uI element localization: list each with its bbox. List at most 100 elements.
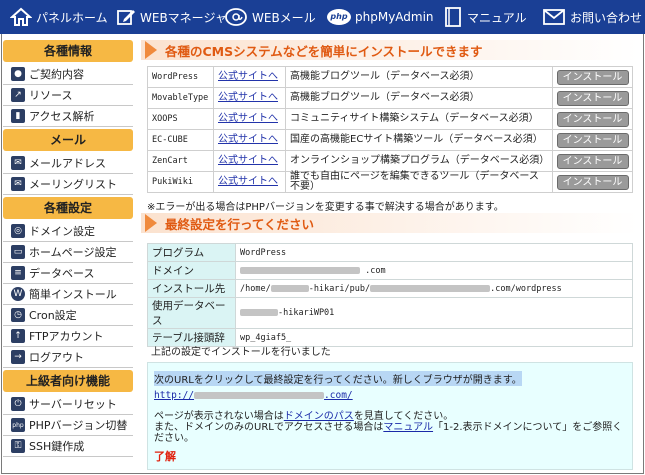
sidebar-item-domain[interactable]: ◎ ドメイン設定 — [3, 221, 133, 242]
nav-web-manager[interactable]: WEBマネージャ — [116, 0, 227, 34]
domain-label: ドメイン — [147, 261, 236, 280]
cms-section-header: 各種のCMSシステムなどを簡単にインストールできます — [141, 40, 638, 60]
ok-link[interactable]: 了解 — [154, 450, 176, 463]
redacted-block — [240, 266, 360, 274]
nav-contact[interactable]: お問い合わせ — [542, 0, 642, 34]
php-version-note: ※エラーが出る場合はPHPバージョンを変更する事で解決する場合があります。 — [147, 202, 504, 213]
php-icon: php — [11, 418, 25, 432]
nav-phpmyadmin-label: phpMyAdmin — [355, 10, 434, 24]
help-line-2: また、ドメインのみのURLでアクセスさせる場合はマニュアル「1-2.表示ドメイン… — [154, 422, 626, 444]
official-site-link[interactable]: 公式サイトへ — [213, 108, 286, 130]
final-section-header: 最終設定を行ってください — [141, 213, 638, 233]
path-prefix: /home/ — [240, 283, 271, 294]
manual-link[interactable]: マニュアル — [383, 422, 433, 433]
official-site-link[interactable]: 公式サイトへ — [213, 87, 286, 109]
install-cell: インストール — [552, 87, 633, 109]
table-row: MovableType 公式サイトへ 高機能ブログツール（データベース必須） インスト… — [147, 87, 633, 109]
sidebar-item-mail-address[interactable]: ✉ メールアドレス — [3, 153, 133, 174]
redacted-block — [240, 309, 278, 316]
cms-name: WordPress — [147, 66, 214, 88]
sidebar-head-info: 各種情報 — [3, 40, 133, 62]
database-icon: ≡ — [11, 266, 25, 280]
cms-name: ZenCart — [147, 150, 214, 172]
help-text: を見直してください。 — [353, 411, 454, 422]
nav-panel-home[interactable]: パネルホーム — [10, 0, 108, 34]
table-row: インストール先 /home/ -hikari/pub/ .com/wordpress — [147, 279, 633, 298]
table-row: プログラム WordPress — [147, 243, 633, 262]
redacted-block — [370, 284, 491, 292]
install-button[interactable]: インストール — [556, 132, 629, 148]
sidebar-item-access[interactable]: ▮ アクセス解析 — [3, 106, 133, 127]
sidebar-item-label: 簡単インストール — [29, 288, 117, 301]
chart-icon: ↗ — [11, 88, 25, 102]
sidebar-item-homepage[interactable]: ▭ ホームページ設定 — [3, 242, 133, 263]
home-icon — [10, 7, 32, 26]
envelope-icon — [543, 9, 565, 25]
install-cell: インストール — [552, 66, 633, 88]
domain-suffix: .com — [365, 265, 386, 276]
domain-path-link[interactable]: ドメインのパス — [284, 411, 354, 422]
sidebar-item-server-reset[interactable]: ⏻ サーバーリセット — [3, 394, 133, 415]
install-button[interactable]: インストール — [556, 153, 629, 169]
sidebar-item-ssh[interactable]: ⚿ SSH鍵作成 — [3, 436, 133, 457]
table-row: 使用データベース -hikariWP01 — [147, 297, 633, 329]
nav-panel-home-label: パネルホーム — [36, 10, 108, 25]
arrow-icon — [145, 214, 157, 232]
window-icon: ▭ — [11, 245, 25, 259]
bar-chart-icon: ▮ — [11, 109, 25, 123]
nav-web-mail[interactable]: WEBメール — [224, 0, 316, 34]
sidebar-item-cron[interactable]: ◷ Cron設定 — [3, 305, 133, 326]
mail-open-icon: ✉ — [11, 177, 25, 191]
nav-contact-label: お問い合わせ — [570, 10, 643, 25]
database-value: -hikariWP01 — [235, 297, 633, 329]
top-navigation: パネルホーム WEBマネージャ WEBメール php phpMyAdmin マニ… — [0, 0, 645, 34]
table-row: XOOPS 公式サイトへ コミュニティサイト構築システム（データベース必須） インスト… — [147, 108, 633, 130]
envelope-icon: ✉ — [11, 156, 25, 170]
power-icon: ⏻ — [11, 397, 25, 411]
official-site-link[interactable]: 公式サイトへ — [213, 129, 286, 151]
sidebar-item-label: サーバーリセット — [29, 398, 117, 411]
install-button[interactable]: インストール — [556, 111, 629, 127]
cms-description: コミュニティサイト構築システム（データベース必須） — [285, 108, 553, 130]
install-button[interactable]: インストール — [556, 90, 629, 106]
install-button[interactable]: インストール — [556, 69, 629, 85]
sidebar-item-easy-install[interactable]: W 簡単インストール — [3, 284, 133, 305]
path-mid: -hikari/pub/ — [308, 283, 371, 294]
cms-name: XOOPS — [147, 108, 214, 130]
sidebar-item-resources[interactable]: ↗ リソース — [3, 85, 133, 106]
nav-web-manager-label: WEBマネージャ — [140, 10, 227, 25]
nav-phpmyadmin[interactable]: php phpMyAdmin — [327, 0, 434, 34]
nav-manual-label: マニュアル — [467, 10, 527, 25]
url-suffix: .com/ — [324, 390, 353, 401]
sidebar-item-label: PHPバージョン切替 — [29, 419, 128, 432]
sidebar-item-label: ご契約内容 — [29, 68, 84, 81]
cms-table: WordPress 公式サイトへ 高機能ブログツール（データベース必須） インストール… — [147, 66, 633, 193]
sidebar-item-ftp[interactable]: ↑ FTPアカウント — [3, 326, 133, 347]
sidebar-item-contract[interactable]: ● ご契約内容 — [3, 64, 133, 85]
official-site-link[interactable]: 公式サイトへ — [213, 150, 286, 172]
sidebar-item-logout[interactable]: → ログアウト — [3, 347, 133, 368]
sidebar-item-php-version[interactable]: php PHPバージョン切替 — [3, 415, 133, 436]
sidebar-head-advanced: 上級者向け機能 — [3, 370, 133, 392]
cms-name: PukiWiki — [147, 171, 214, 193]
cms-description: 誰でも自由にページを編集できるツール（データベース不要） — [285, 171, 553, 193]
cms-description: 高機能ブログツール（データベース必須） — [285, 66, 553, 88]
cms-description: 高機能ブログツール（データベース必須） — [285, 87, 553, 109]
nav-manual[interactable]: マニュアル — [443, 0, 527, 34]
database-label: 使用データベース — [147, 297, 236, 329]
official-site-link[interactable]: 公式サイトへ — [213, 66, 286, 88]
user-icon: ● — [11, 67, 25, 81]
nav-web-mail-label: WEBメール — [252, 10, 316, 25]
table-row: EC-CUBE 公式サイトへ 国産の高機能ECサイト構築ツール（データベース必須）イ… — [147, 129, 633, 151]
url-prefix: http:// — [154, 390, 195, 401]
sidebar-item-database[interactable]: ≡ データベース — [3, 263, 133, 284]
sidebar-item-mailing-list[interactable]: ✉ メーリングリスト — [3, 174, 133, 195]
install-path-label: インストール先 — [147, 279, 236, 298]
sidebar-item-label: データベース — [29, 267, 95, 280]
install-cell: インストール — [552, 150, 633, 172]
arrow-icon — [145, 41, 157, 59]
final-setup-url[interactable]: http:// .com/ — [154, 390, 353, 401]
official-site-link[interactable]: 公式サイトへ — [213, 171, 286, 193]
program-label: プログラム — [147, 243, 236, 262]
install-button[interactable]: インストール — [556, 174, 629, 190]
